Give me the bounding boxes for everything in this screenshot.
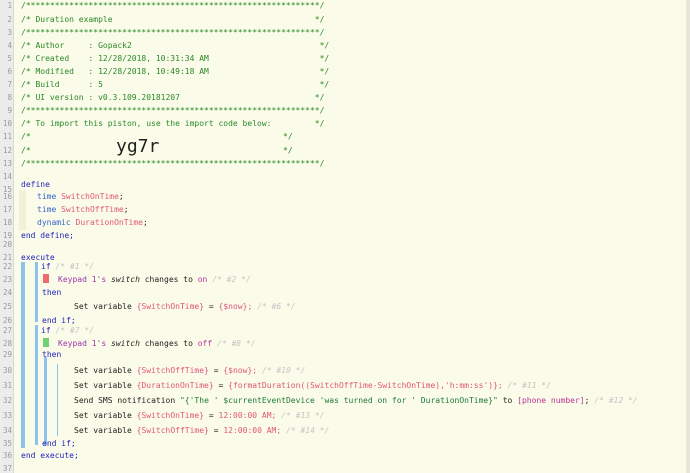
line-number: 17 <box>2 205 12 214</box>
end-execute: end execute; <box>21 451 79 460</box>
header-blank-open: /* <box>21 132 31 141</box>
line-number: 4 <box>7 41 12 50</box>
line-number: 32 <box>2 396 12 405</box>
if2-statement[interactable]: if /* #7 */ <box>41 326 94 335</box>
line-number: 6 <box>7 67 12 76</box>
header-border: /***************************************… <box>21 28 325 37</box>
header-ui-version: /* UI version : v0.3.109.20181207 */ <box>21 93 325 102</box>
condition-on-marker <box>43 274 49 283</box>
line-number: 27 <box>2 326 12 335</box>
set-switchontime-reset[interactable]: Set variable {SwitchOnTime} = 12:00:00 A… <box>74 411 325 420</box>
condition-2[interactable]: Keypad 1's switch changes to off /* #8 *… <box>58 339 256 348</box>
then2-keyword: then <box>42 350 62 359</box>
define-var-switchofftime[interactable]: time SwitchOffTime; <box>37 205 129 214</box>
line-number: 22 <box>2 262 12 271</box>
end-define: end define; <box>21 231 74 240</box>
line-number: 3 <box>7 28 12 37</box>
line-number: 1 <box>7 1 12 10</box>
execute-keyword: execute <box>21 253 55 262</box>
line-number: 31 <box>2 381 12 390</box>
send-sms-notification[interactable]: Send SMS notification "{'The ' $currentE… <box>74 396 638 405</box>
line-number: 9 <box>7 106 12 115</box>
line-number: 13 <box>2 159 12 168</box>
line-number: 36 <box>2 451 12 460</box>
line-number: 24 <box>2 288 12 297</box>
header-title: /* Duration example */ <box>21 15 325 24</box>
header-border-bottom: /***************************************… <box>21 159 325 168</box>
line-number: 23 <box>2 275 12 284</box>
line-number: 20 <box>2 240 12 249</box>
scrollbar-track[interactable] <box>686 0 690 473</box>
line-number: 8 <box>7 93 12 102</box>
end-if-2: end if; <box>42 439 76 448</box>
if2-block-bar <box>35 325 38 445</box>
set-switchontime-now[interactable]: Set variable {SwitchOnTime} = {$now}; /*… <box>74 302 296 311</box>
header-created: /* Created : 12/28/2018, 10:31:34 AM */ <box>21 54 330 63</box>
line-number: 21 <box>2 253 12 262</box>
line-number: 30 <box>2 366 12 375</box>
line-number: 10 <box>2 119 12 128</box>
line-number: 37 <box>2 464 12 473</box>
header-author: /* Author : Gopack2 */ <box>21 41 330 50</box>
set-switchofftime-now[interactable]: Set variable {SwitchOffTime} = {$now}; /… <box>74 366 305 375</box>
header-blank-open: /* <box>21 146 31 155</box>
line-number: 26 <box>2 316 12 325</box>
end-if-1: end if; <box>42 316 76 325</box>
define-var-switchontime[interactable]: time SwitchOnTime; <box>37 192 124 201</box>
set-durationontime[interactable]: Set variable {DurationOnTime} = {formatD… <box>74 381 551 390</box>
line-number: 28 <box>2 339 12 348</box>
header-modified: /* Modified : 12/28/2018, 10:49:18 AM */ <box>21 67 330 76</box>
line-number: 7 <box>7 80 12 89</box>
line-number: 5 <box>7 54 12 63</box>
import-code: yg7r <box>116 136 160 157</box>
define-keyword: define <box>21 180 50 189</box>
header-blank-close: */ <box>283 132 293 141</box>
header-build: /* Build : 5 */ <box>21 80 330 89</box>
line-number: 18 <box>2 218 12 227</box>
define-block-bar <box>19 190 26 230</box>
piston-editor: { "line_numbers": ["1","2","3","4","5","… <box>0 0 690 473</box>
header-import-line: /* To import this piston, use the import… <box>21 119 325 128</box>
then2-block-bar <box>44 357 47 445</box>
header-border-top: /***************************************… <box>21 1 325 10</box>
line-number: 34 <box>2 426 12 435</box>
if1-statement[interactable]: if /* #1 */ <box>41 262 94 271</box>
condition-off-marker <box>43 338 49 347</box>
execute-block-bar <box>21 262 25 448</box>
header-border: /***************************************… <box>21 106 325 115</box>
condition-1[interactable]: Keypad 1's switch changes to on /* #2 */ <box>58 275 251 284</box>
line-number: 25 <box>2 302 12 311</box>
if1-block-bar <box>35 262 38 322</box>
line-number: 33 <box>2 411 12 420</box>
line-number: 2 <box>7 15 12 24</box>
set-switchofftime-reset[interactable]: Set variable {SwitchOffTime} = 12:00:00 … <box>74 426 329 435</box>
define-var-durationontime[interactable]: dynamic DurationOnTime; <box>37 218 148 227</box>
line-number: 16 <box>2 192 12 201</box>
header-blank-close: */ <box>283 146 293 155</box>
line-number: 12 <box>2 146 12 155</box>
line-number: 19 <box>2 231 12 240</box>
line-number: 11 <box>2 132 12 141</box>
line-number: 29 <box>2 350 12 359</box>
line-number: 35 <box>2 439 12 448</box>
then2-inner-bar <box>57 364 58 436</box>
then1-keyword: then <box>42 288 62 297</box>
line-number: 14 <box>2 172 12 181</box>
